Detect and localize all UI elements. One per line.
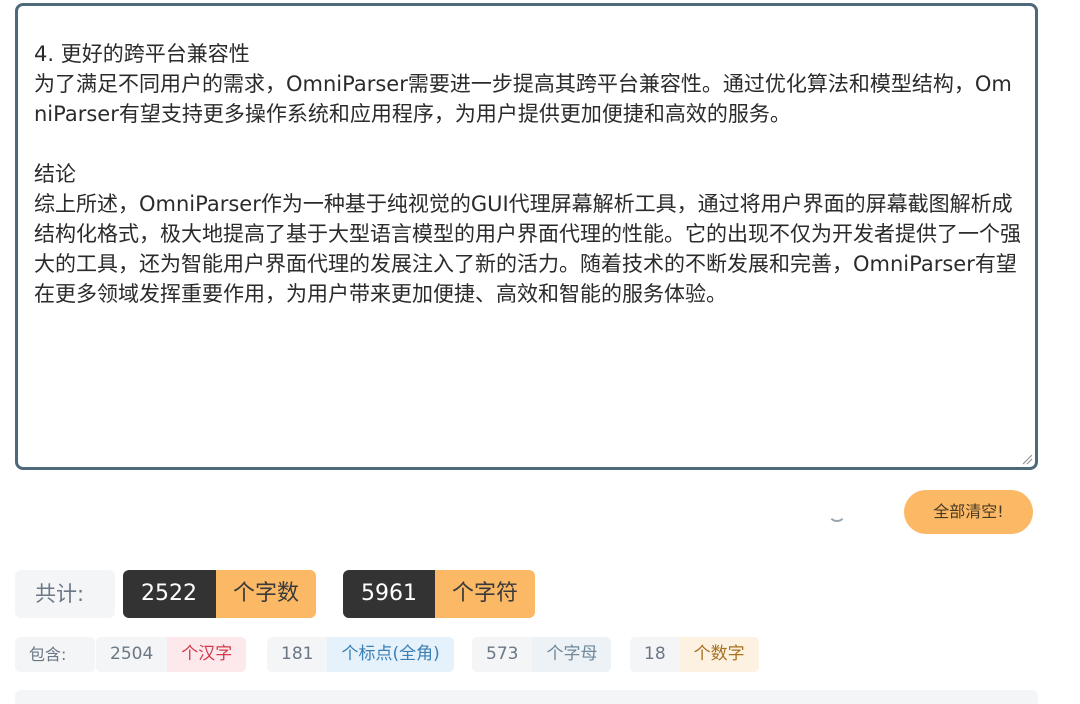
- char-count-badge: 2522 个字数: [123, 570, 317, 618]
- loading-spinner-icon: [828, 504, 846, 522]
- punct-count-badge: 181 个标点(全角): [267, 637, 454, 672]
- totals-label: 共计:: [15, 570, 115, 618]
- letter-count-unit: 个字母: [532, 637, 612, 672]
- symbol-count-badge: 5961 个字符: [343, 570, 536, 618]
- output-panel: [15, 690, 1038, 704]
- punct-count-unit: 个标点(全角): [327, 637, 454, 672]
- digit-count-value: 18: [630, 637, 680, 672]
- text-input-content[interactable]: 域，如虚拟现实、增强现实、游戏开发等。 4. 更好的跨平台兼容性 为了满足不同用…: [34, 6, 1024, 309]
- text-input-area[interactable]: 域，如虚拟现实、增强现实、游戏开发等。 4. 更好的跨平台兼容性 为了满足不同用…: [15, 3, 1038, 470]
- char-count-unit: 个字数: [216, 570, 317, 618]
- resize-handle-icon[interactable]: [1021, 453, 1033, 465]
- han-count-badge: 2504 个汉字: [96, 637, 247, 672]
- punct-count-value: 181: [267, 637, 328, 672]
- han-count-value: 2504: [96, 637, 168, 672]
- char-count-value: 2522: [123, 570, 216, 618]
- symbol-count-unit: 个字符: [435, 570, 536, 618]
- clear-all-button[interactable]: 全部清空!: [904, 490, 1033, 534]
- han-count-unit: 个汉字: [167, 637, 247, 672]
- includes-label: 包含:: [15, 637, 95, 672]
- digit-count-badge: 18 个数字: [630, 637, 759, 672]
- word-counter-page: 域，如虚拟现实、增强现实、游戏开发等。 4. 更好的跨平台兼容性 为了满足不同用…: [0, 0, 1080, 704]
- letter-count-value: 573: [472, 637, 533, 672]
- letter-count-badge: 573 个字母: [472, 637, 612, 672]
- digit-count-unit: 个数字: [679, 637, 759, 672]
- symbol-count-value: 5961: [343, 570, 435, 618]
